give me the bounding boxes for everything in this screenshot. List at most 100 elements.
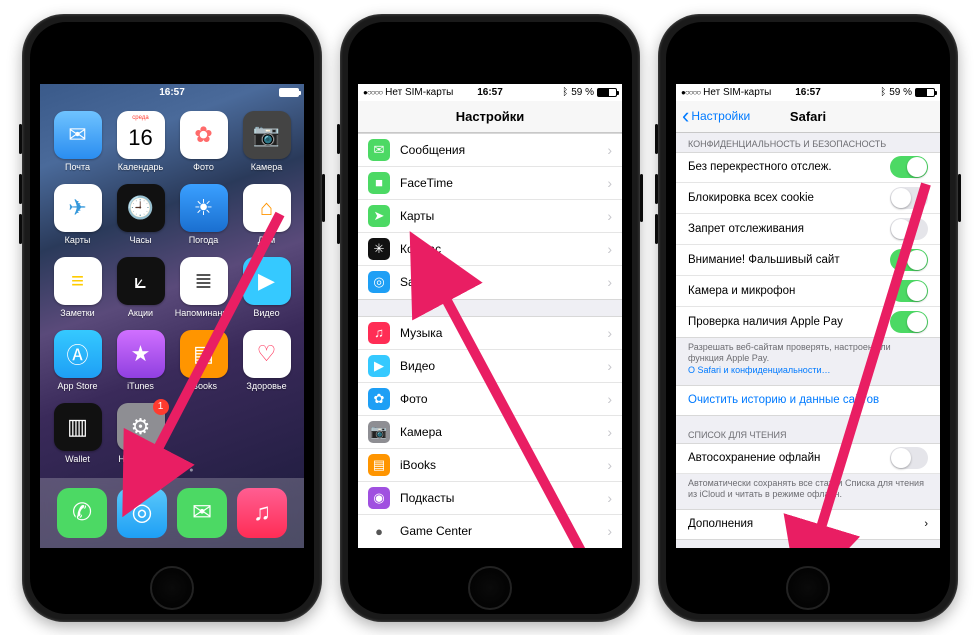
row-label: Подкасты bbox=[400, 491, 607, 505]
app-Заметки[interactable]: ≡Заметки bbox=[48, 257, 107, 318]
toggle[interactable] bbox=[890, 249, 928, 271]
row-label: Без перекрестного отслеж. bbox=[688, 161, 890, 173]
app-label: Карты bbox=[65, 235, 91, 245]
back-button[interactable]: Настройки bbox=[682, 109, 750, 123]
app-label: iTunes bbox=[127, 381, 154, 391]
chevron-icon: › bbox=[607, 391, 612, 407]
row-icon: ▤ bbox=[368, 454, 390, 476]
settings-row-FaceTime[interactable]: ■FaceTime› bbox=[358, 167, 622, 200]
settings-row-Камера[interactable]: 📷Камера› bbox=[358, 416, 622, 449]
app-Почта[interactable]: ✉Почта bbox=[48, 111, 107, 172]
badge: 1 bbox=[153, 399, 169, 415]
safari-row-2[interactable]: Запрет отслеживания bbox=[676, 214, 940, 245]
home-screen: Нет SIM-карты 16:57 ✉Почтасреда16Календа… bbox=[40, 84, 304, 548]
dock-app-Messages[interactable]: ✉ bbox=[177, 488, 227, 538]
app-Акции[interactable]: ⟀Акции bbox=[111, 257, 170, 318]
chevron-icon: › bbox=[607, 523, 612, 539]
row-label: Safari bbox=[400, 275, 607, 289]
chevron-icon: › bbox=[607, 457, 612, 473]
dock: ✆◎✉♫ bbox=[40, 478, 304, 548]
nav-bar: Настройки Safari bbox=[676, 101, 940, 133]
chevron-icon: › bbox=[924, 518, 928, 530]
row-label: Карты bbox=[400, 209, 607, 223]
signal-icon bbox=[363, 87, 382, 98]
chevron-icon: › bbox=[607, 142, 612, 158]
app-label: Wallet bbox=[65, 454, 90, 464]
row-label: Сообщения bbox=[400, 143, 607, 157]
settings-row-Музыка[interactable]: ♫Музыка› bbox=[358, 317, 622, 350]
settings-row-Видео[interactable]: ▶Видео› bbox=[358, 350, 622, 383]
toggle[interactable] bbox=[890, 156, 928, 178]
safari-row-1[interactable]: Блокировка всех cookie bbox=[676, 183, 940, 214]
home-button[interactable] bbox=[786, 566, 830, 610]
row-icon: 📷 bbox=[368, 421, 390, 443]
app-label: Часы bbox=[130, 235, 152, 245]
dock-app-Music[interactable]: ♫ bbox=[237, 488, 287, 538]
settings-row-Фото[interactable]: ✿Фото› bbox=[358, 383, 622, 416]
app-iBooks[interactable]: ▤iBooks bbox=[174, 330, 233, 391]
safari-row-0[interactable]: Без перекрестного отслеж. bbox=[676, 152, 940, 183]
settings-row-Компас[interactable]: ✳Компас› bbox=[358, 233, 622, 266]
phone-home: Нет SIM-карты 16:57 ✉Почтасреда16Календа… bbox=[22, 14, 322, 622]
app-label: Погода bbox=[189, 235, 219, 245]
extras-row[interactable]: Дополнения› bbox=[676, 509, 940, 540]
dock-app-Phone[interactable]: ✆ bbox=[57, 488, 107, 538]
clear-history-row[interactable]: Очистить историю и данные сайтов bbox=[676, 385, 940, 416]
nav-title: Настройки bbox=[456, 109, 525, 124]
app-App Store[interactable]: ⒶApp Store bbox=[48, 330, 107, 391]
toggle[interactable] bbox=[890, 187, 928, 209]
privacy-link[interactable]: О Safari и конфиденциальности… bbox=[688, 365, 830, 375]
settings-screen: Нет SIM-карты 16:57 59 % Настройки ✉Сооб… bbox=[358, 84, 622, 548]
nav-bar: Настройки bbox=[358, 101, 622, 133]
nav-title: Safari bbox=[790, 109, 826, 124]
app-Фото[interactable]: ✿Фото bbox=[174, 111, 233, 172]
chevron-icon: › bbox=[607, 241, 612, 257]
toggle[interactable] bbox=[890, 280, 928, 302]
safari-list[interactable]: КОНФИДЕНЦИАЛЬНОСТЬ И БЕЗОПАСНОСТЬ Без пе… bbox=[676, 133, 940, 548]
app-Напоминания[interactable]: ≣Напоминания bbox=[174, 257, 233, 318]
settings-row-Подкасты[interactable]: ◉Подкасты› bbox=[358, 482, 622, 515]
app-label: Фото bbox=[193, 162, 214, 172]
dock-app-Safari[interactable]: ◎ bbox=[117, 488, 167, 538]
app-Камера[interactable]: 📷Камера bbox=[237, 111, 296, 172]
bluetooth-icon bbox=[562, 87, 568, 98]
app-Видео[interactable]: ▶Видео bbox=[237, 257, 296, 318]
settings-row-Сообщения[interactable]: ✉Сообщения› bbox=[358, 134, 622, 167]
row-icon: ✿ bbox=[368, 388, 390, 410]
home-button[interactable] bbox=[150, 566, 194, 610]
settings-row-iBooks[interactable]: ▤iBooks› bbox=[358, 449, 622, 482]
status-time: 16:57 bbox=[477, 87, 503, 98]
app-iTunes[interactable]: ★iTunes bbox=[111, 330, 170, 391]
safari-row-3[interactable]: Внимание! Фальшивый сайт bbox=[676, 245, 940, 276]
row-label: Проверка наличия Apple Pay bbox=[688, 316, 890, 328]
toggle[interactable] bbox=[890, 311, 928, 333]
app-Здоровье[interactable]: ♡Здоровье bbox=[237, 330, 296, 391]
carrier-label: Нет SIM-карты bbox=[703, 87, 771, 98]
page-dots: ● ● ● ● ● bbox=[149, 467, 196, 474]
safari-row-4[interactable]: Камера и микрофон bbox=[676, 276, 940, 307]
settings-row-Safari[interactable]: ◎Safari› bbox=[358, 266, 622, 299]
safari-screen: Нет SIM-карты 16:57 59 % Настройки Safar… bbox=[676, 84, 940, 548]
autosave-row[interactable]: Автосохранение офлайн bbox=[676, 443, 940, 474]
app-Погода[interactable]: ☀Погода bbox=[174, 184, 233, 245]
row-icon: ✳ bbox=[368, 238, 390, 260]
app-label: Видео bbox=[253, 308, 279, 318]
toggle[interactable] bbox=[890, 447, 928, 469]
chevron-icon: › bbox=[607, 274, 612, 290]
settings-row-Карты[interactable]: ➤Карты› bbox=[358, 200, 622, 233]
home-button[interactable] bbox=[468, 566, 512, 610]
safari-row-5[interactable]: Проверка наличия Apple Pay bbox=[676, 307, 940, 338]
app-Дом[interactable]: ⌂Дом bbox=[237, 184, 296, 245]
row-label: Запрет отслеживания bbox=[688, 223, 890, 235]
toggle[interactable] bbox=[890, 218, 928, 240]
settings-row-Game Center[interactable]: ●Game Center› bbox=[358, 515, 622, 548]
app-Часы[interactable]: 🕘Часы bbox=[111, 184, 170, 245]
battery-icon bbox=[597, 88, 617, 97]
settings-list[interactable]: ✉Сообщения›■FaceTime›➤Карты›✳Компас›◎Saf… bbox=[358, 133, 622, 548]
app-Настройки[interactable]: ⚙1Настройки bbox=[111, 403, 170, 464]
app-label: Напоминания bbox=[175, 308, 232, 318]
app-label: Здоровье bbox=[246, 381, 286, 391]
app-Календарь[interactable]: среда16Календарь bbox=[111, 111, 170, 172]
app-Карты[interactable]: ✈︎Карты bbox=[48, 184, 107, 245]
app-Wallet[interactable]: ▥Wallet bbox=[48, 403, 107, 464]
